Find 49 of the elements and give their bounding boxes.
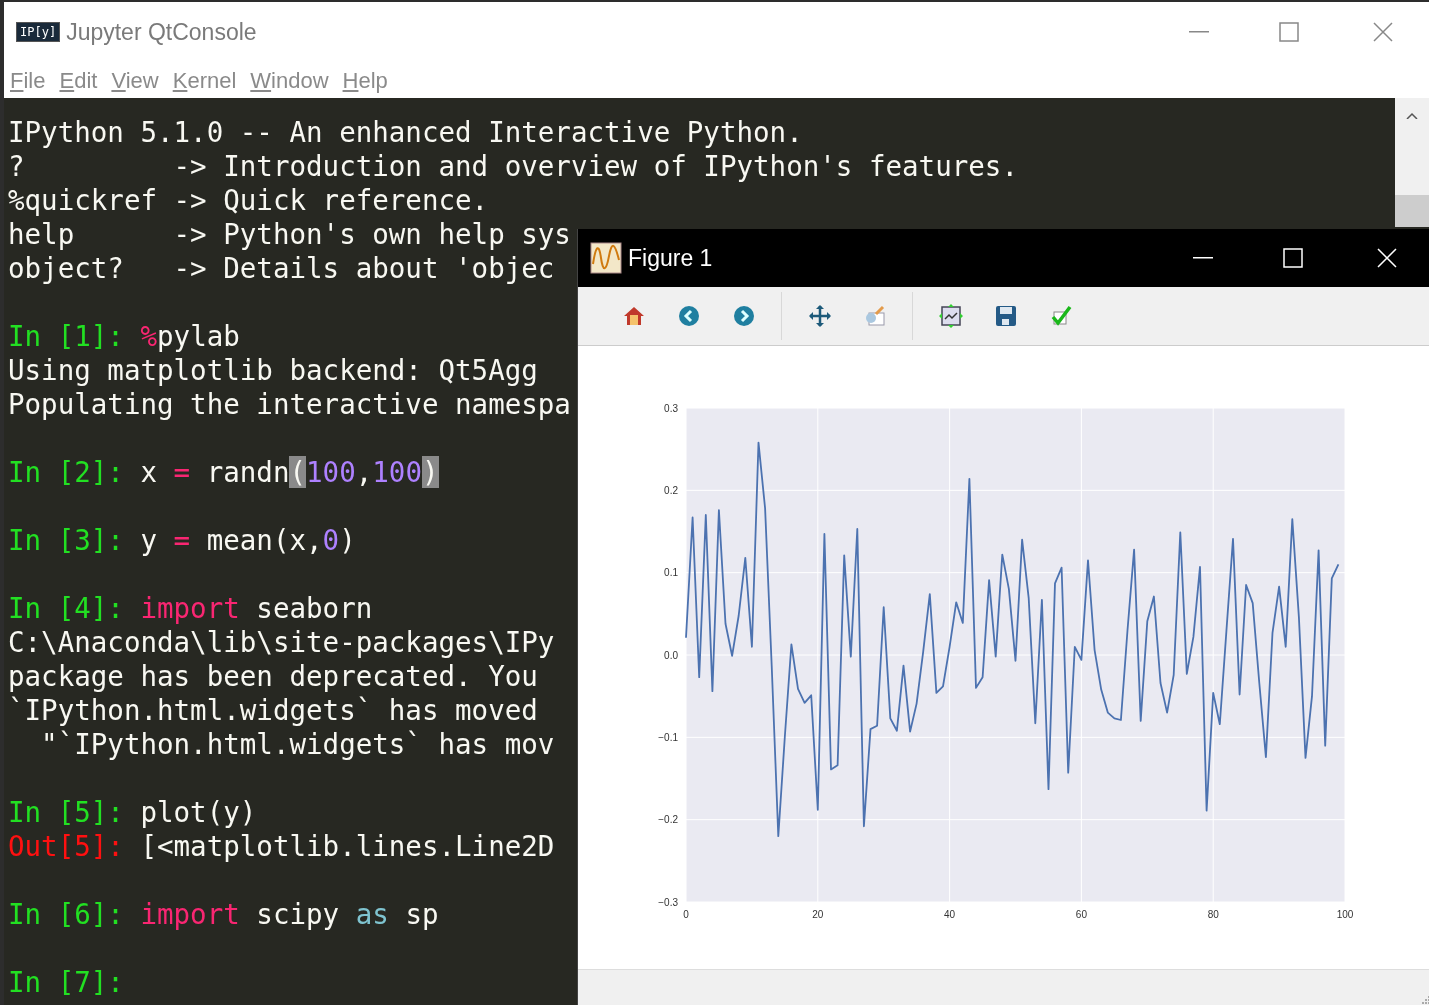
console-line: Using matplotlib backend: Qt5Agg xyxy=(8,353,538,387)
scrollbar[interactable] xyxy=(1395,98,1429,227)
console-line: ? -> Introduction and overview of IPython's features. xyxy=(8,149,1018,183)
menu-item[interactable]: Window xyxy=(250,63,329,97)
console-line: package has been deprecated. You xyxy=(8,659,538,693)
console-line: "`IPython.html.widgets` has mov xyxy=(40,727,555,761)
console-line: help -> Python's own help sys xyxy=(8,217,571,251)
x-tick-label: 20 xyxy=(812,909,824,920)
x-tick-label: 100 xyxy=(1336,909,1354,920)
console-line: In [2]: x = randn(100,100) xyxy=(8,455,439,489)
console-line: In [5]: plot(y) xyxy=(8,795,257,829)
console-line: In [7]: xyxy=(8,965,125,999)
minimize-icon[interactable] xyxy=(1193,257,1213,259)
x-tick-label: 40 xyxy=(944,909,956,920)
console-line: `IPython.html.widgets` has moved xyxy=(8,693,538,727)
menu-item[interactable]: File xyxy=(10,63,46,97)
scrollbar-thumb[interactable] xyxy=(1395,195,1429,227)
y-tick-label: −0.2 xyxy=(658,814,678,826)
console-line: Out[5]: [<matplotlib.lines.Line2D xyxy=(8,829,555,863)
waveform-icon xyxy=(590,242,622,274)
console-line: In [1]: %pylab xyxy=(8,319,240,353)
console-line: In [3]: y = mean(x,0) xyxy=(8,523,356,557)
console-line: In [6]: import scipy as sp xyxy=(8,897,439,931)
y-tick-label: −0.1 xyxy=(658,731,678,743)
y-tick-label: 0.3 xyxy=(664,402,678,414)
console-line: In [4]: import seaborn xyxy=(8,591,373,625)
four-way-arrow-icon[interactable] xyxy=(807,304,832,328)
resize-grip-icon[interactable] xyxy=(1421,995,1429,1005)
chart-frame-icon[interactable] xyxy=(938,304,963,328)
y-tick-label: 0.2 xyxy=(664,484,678,496)
window-title: Figure 1 xyxy=(628,243,713,273)
console-line: Populating the interactive namespa xyxy=(8,387,571,421)
window-title: Jupyter QtConsole xyxy=(66,17,257,47)
y-tick-label: 0.0 xyxy=(664,649,678,661)
y-tick-label: −0.3 xyxy=(658,896,678,908)
menu-item[interactable]: Kernel xyxy=(172,63,237,97)
menu-item[interactable]: Edit xyxy=(59,63,98,97)
save-icon[interactable] xyxy=(993,304,1018,328)
console-line: %quickref -> Quick reference. xyxy=(8,183,489,217)
console-line: IPython 5.1.0 -- An enhanced Interactive Python. xyxy=(8,115,803,149)
menu-item[interactable]: Help xyxy=(342,63,388,97)
y-tick-label: 0.1 xyxy=(664,567,678,579)
x-tick-label: 60 xyxy=(1075,909,1087,920)
app-logo: IP[y] xyxy=(16,22,61,42)
x-tick-label: 0 xyxy=(683,909,689,920)
console-line: C:\Anaconda\lib\site-packages\IPy xyxy=(8,625,555,659)
x-tick-label: 80 xyxy=(1207,909,1219,920)
menu-item[interactable]: View xyxy=(111,63,159,97)
console-line: object? -> Details about 'objec xyxy=(8,251,555,285)
